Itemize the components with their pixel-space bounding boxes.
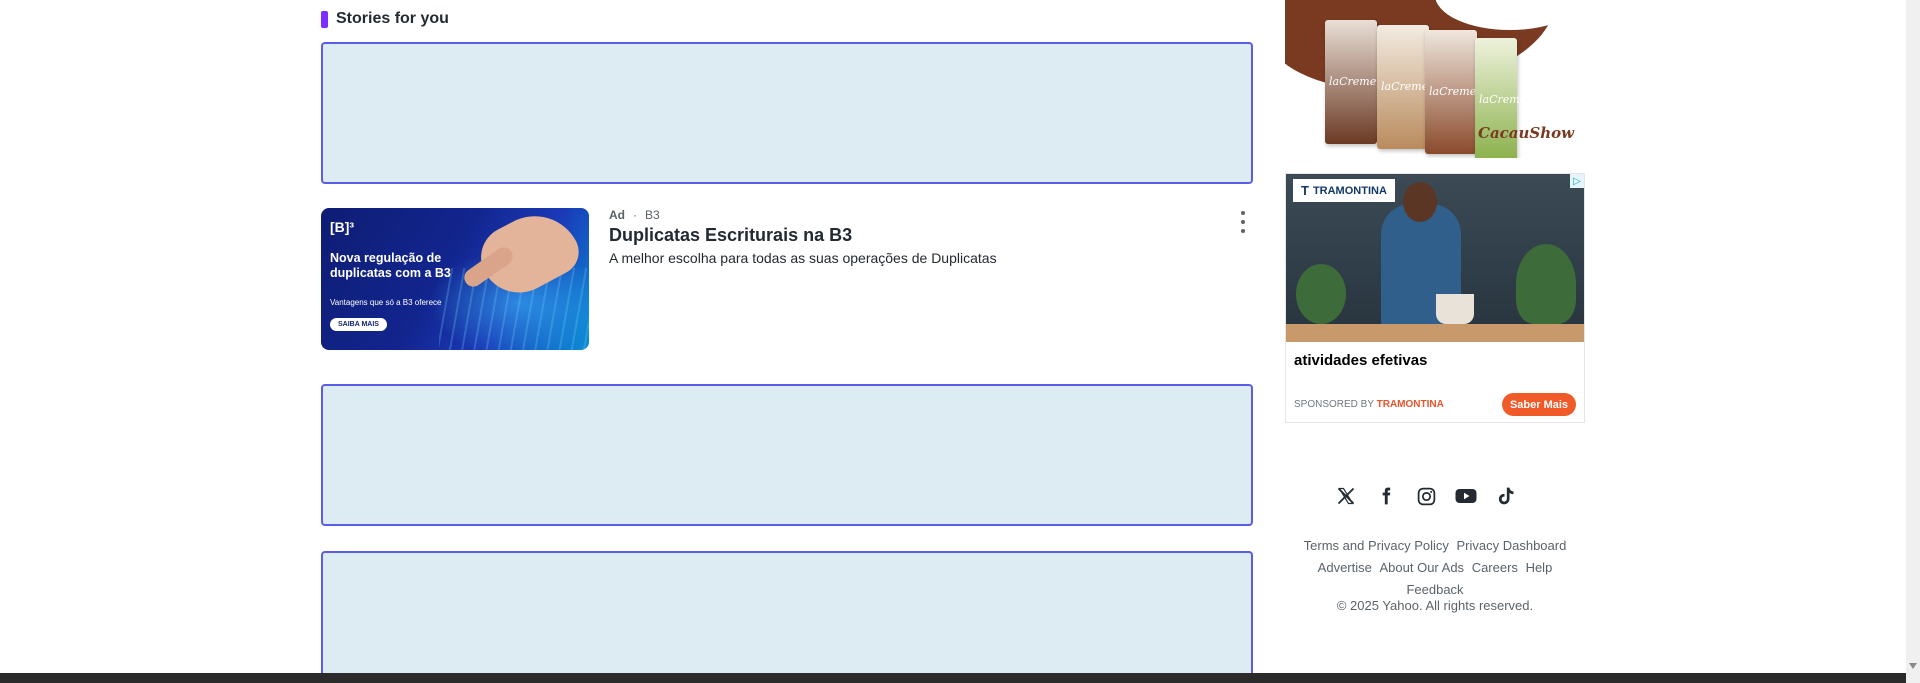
tramontina-t-icon: T [1301,183,1309,198]
social-links [1334,484,1518,508]
sponsored-story-card[interactable]: [B]³ Nova regulação de duplicatas com a … [321,208,1253,350]
chocolate-package: laCreme [1425,30,1477,154]
cacau-show-logo: CacauShow [1478,124,1575,142]
footer-link-help[interactable]: Help [1526,560,1553,575]
footer-link-feedback[interactable]: Feedback [1406,582,1463,597]
youtube-icon[interactable] [1454,484,1478,508]
x-icon[interactable] [1334,484,1358,508]
footer-link-advertise[interactable]: Advertise [1318,560,1372,575]
thumb-subtext: Vantagens que só a B3 oferece [330,298,442,307]
thumb-headline: Nova regulação de duplicatas com a B3 [330,251,451,280]
ad-thumbnail[interactable]: [B]³ Nova regulação de duplicatas com a … [321,208,589,350]
b3-logo: [B]³ [330,219,355,235]
ad-label: Ad [609,208,625,222]
sponsored-by: SPONSORED BY TRAMONTINA [1294,399,1444,410]
tramontina-ad[interactable]: T TRAMONTINA ▷ atividades efetivas SPONS… [1285,173,1585,423]
footer-links: Terms and Privacy Policy Privacy Dashboa… [1285,535,1585,601]
ad-meta: Ad · B3 [609,208,660,222]
section-title: Stories for you [336,10,449,27]
ad-headline: atividades efetivas [1294,352,1428,369]
tramontina-logo: T TRAMONTINA [1293,179,1395,202]
adchoices-icon[interactable]: ▷ [1570,174,1584,188]
thumb-cta: SAIBA MAIS [330,318,387,331]
copyright: © 2025 Yahoo. All rights reserved. [1336,598,1534,613]
scroll-down-icon[interactable] [1909,663,1917,669]
footer-link-about-ads[interactable]: About Our Ads [1380,560,1465,575]
footer-row: Advertise About Our Ads Careers Help [1285,557,1585,579]
ad-description: A melhor escolha para todas as suas oper… [609,250,997,266]
meta-separator: · [633,208,637,222]
scrollbar[interactable] [1906,0,1920,683]
chocolate-package: laCreme [1325,20,1377,144]
page: Stories for you [B]³ Nova regulação de d… [0,0,1906,681]
story-placeholder [321,551,1253,681]
window-bottom-bar [0,673,1906,683]
section-header: Stories for you [321,10,449,28]
footer-link-privacy-dashboard[interactable]: Privacy Dashboard [1457,538,1567,553]
chocolate-package: laCreme [1377,25,1429,149]
ad-source: B3 [645,208,660,222]
facebook-icon[interactable] [1374,484,1398,508]
story-placeholder [321,384,1253,526]
saber-mais-button[interactable]: Saber Mais [1502,393,1576,416]
footer-link-careers[interactable]: Careers [1472,560,1518,575]
tiktok-icon[interactable] [1494,484,1518,508]
instagram-icon[interactable] [1414,484,1438,508]
section-accent-bar [321,10,328,28]
story-placeholder [321,42,1253,184]
footer-link-terms[interactable]: Terms and Privacy Policy [1304,538,1449,553]
ad-title-link[interactable]: Duplicatas Escriturais na B3 [609,225,852,246]
more-options-icon[interactable] [1239,211,1247,233]
ad-photo: T TRAMONTINA [1286,174,1584,342]
footer-row: Terms and Privacy Policy Privacy Dashboa… [1285,535,1585,557]
cacau-show-ad[interactable]: laCreme laCreme laCreme laCreme CacauSho… [1285,0,1585,158]
